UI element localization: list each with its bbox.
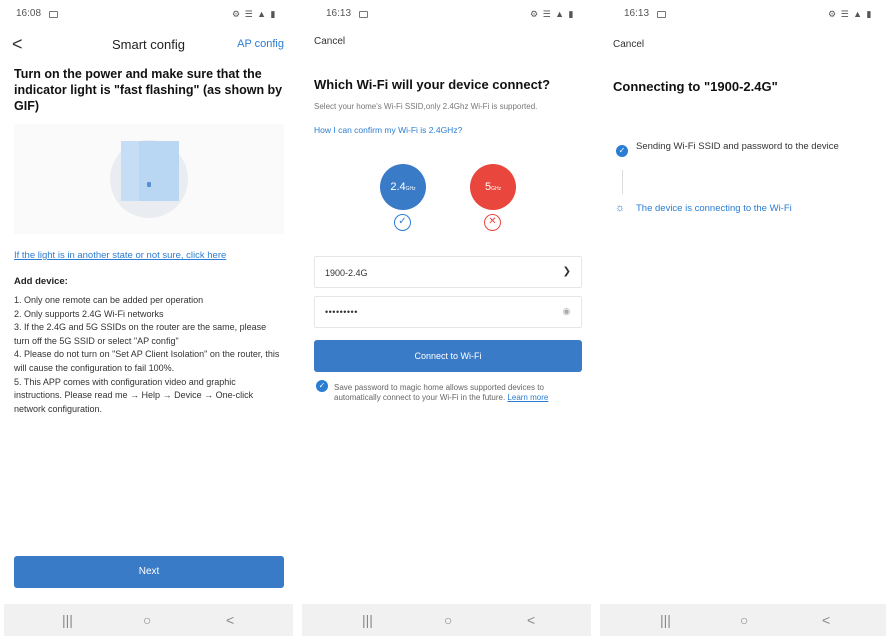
recent-apps-button[interactable]: ||| (62, 612, 73, 628)
supported-check-icon: ✓ (394, 214, 411, 231)
rule-item: 1. Only one remote can be added per oper… (14, 295, 204, 305)
chevron-down-icon: ❯ (562, 266, 571, 277)
ap-config-link[interactable]: AP config (237, 38, 284, 50)
rule-item: 3. If the 2.4G and 5G SSIDs on the route… (14, 322, 267, 346)
nav-back-button[interactable]: < (822, 612, 830, 628)
save-password-checkbox[interactable]: ✓ (316, 380, 328, 392)
ssid-value: 1900-2.4G (325, 268, 368, 278)
wifi-requirement-text: Select your home's Wi-Fi SSID,only 2.4Gh… (314, 102, 538, 111)
system-nav-bar: ||| ○ < (4, 604, 293, 636)
recent-apps-button[interactable]: ||| (660, 612, 671, 628)
loading-spinner-icon: ☼ (615, 202, 626, 214)
wifi-select-screen: 16:13 ⚙ ☰ ▲ ▮ Cancel Which Wi-Fi will yo… (298, 0, 595, 636)
step-sending-ssid: Sending Wi-Fi SSID and password to the d… (636, 141, 839, 152)
password-value: ••••••••• (325, 307, 358, 317)
system-status-icons: ⚙ ☰ ▲ ▮ (530, 9, 575, 19)
learn-more-link[interactable]: Learn more (507, 393, 548, 402)
step-connecting-wifi: The device is connecting to the Wi-Fi (636, 203, 792, 214)
rule-item: 2. Only supports 2.4G Wi-Fi networks (14, 308, 164, 319)
status-time: 16:08 (16, 8, 42, 19)
save-password-text: Save password to magic home allows suppo… (334, 383, 574, 403)
page-title: Which Wi-Fi will your device connect? (314, 77, 551, 92)
show-password-icon[interactable]: ◉ (563, 306, 571, 317)
status-time: 16:13 (326, 8, 352, 19)
rule-item: 4. Please do not turn on "Set AP Client … (14, 349, 280, 373)
page-title: Connecting to "1900-2.4G" (613, 79, 778, 94)
light-state-help-link[interactable]: If the light is in another state or not … (14, 250, 226, 261)
band-24-label: 2.4 (390, 181, 406, 193)
band-5ghz-icon: 5GHz (470, 164, 516, 210)
rule-item: 5. This APP comes with configuration vid… (14, 376, 254, 414)
gallery-icon (359, 11, 368, 18)
add-device-rules: 1. Only one remote can be added per oper… (14, 294, 282, 416)
nav-back-button[interactable]: < (527, 612, 535, 628)
add-device-label: Add device: (14, 276, 68, 287)
next-button[interactable]: Next (14, 556, 284, 588)
unsupported-x-icon: ✕ (484, 214, 501, 231)
wifi-password-field[interactable]: ••••••••• ◉ (314, 296, 582, 328)
gallery-icon (657, 11, 666, 18)
indicator-light-icon (147, 182, 151, 187)
confirm-24ghz-link[interactable]: How I can confirm my Wi-Fi is 2.4GHz? (314, 125, 462, 135)
connecting-screen: 16:13 ⚙ ☰ ▲ ▮ Cancel Connecting to "1900… (596, 0, 890, 636)
step-connector-line (622, 170, 623, 194)
nav-back-button[interactable]: < (226, 612, 234, 628)
gallery-icon (49, 11, 58, 18)
connect-wifi-button[interactable]: Connect to Wi-Fi (314, 340, 582, 372)
system-nav-bar: ||| ○ < (302, 604, 591, 636)
home-button[interactable]: ○ (740, 612, 748, 628)
system-status-icons: ⚙ ☰ ▲ ▮ (232, 9, 277, 19)
indicator-gif (14, 124, 284, 234)
status-bar: 16:13 ⚙ ☰ ▲ ▮ (298, 8, 595, 22)
wifi-ssid-select[interactable]: 1900-2.4G ❯ (314, 256, 582, 288)
status-bar: 16:08 ⚙ ☰ ▲ ▮ (0, 8, 297, 22)
smart-config-screen: 16:08 ⚙ ☰ ▲ ▮ < Smart config AP config T… (0, 0, 297, 636)
gif-device-edge (121, 141, 139, 201)
system-nav-bar: ||| ○ < (600, 604, 886, 636)
cancel-button[interactable]: Cancel (613, 39, 644, 50)
home-button[interactable]: ○ (444, 612, 452, 628)
system-status-icons: ⚙ ☰ ▲ ▮ (828, 9, 873, 19)
status-bar: 16:13 ⚙ ☰ ▲ ▮ (596, 8, 890, 22)
cancel-button[interactable]: Cancel (314, 36, 345, 47)
band-24-unit: GHz (405, 186, 416, 192)
band-5-unit: GHz (491, 186, 502, 192)
step-done-check-icon: ✓ (616, 145, 628, 157)
home-button[interactable]: ○ (143, 612, 151, 628)
band-24ghz-icon: 2.4GHz (380, 164, 426, 210)
status-time: 16:13 (624, 8, 650, 19)
instruction-heading: Turn on the power and make sure that the… (14, 67, 283, 113)
recent-apps-button[interactable]: ||| (362, 612, 373, 628)
